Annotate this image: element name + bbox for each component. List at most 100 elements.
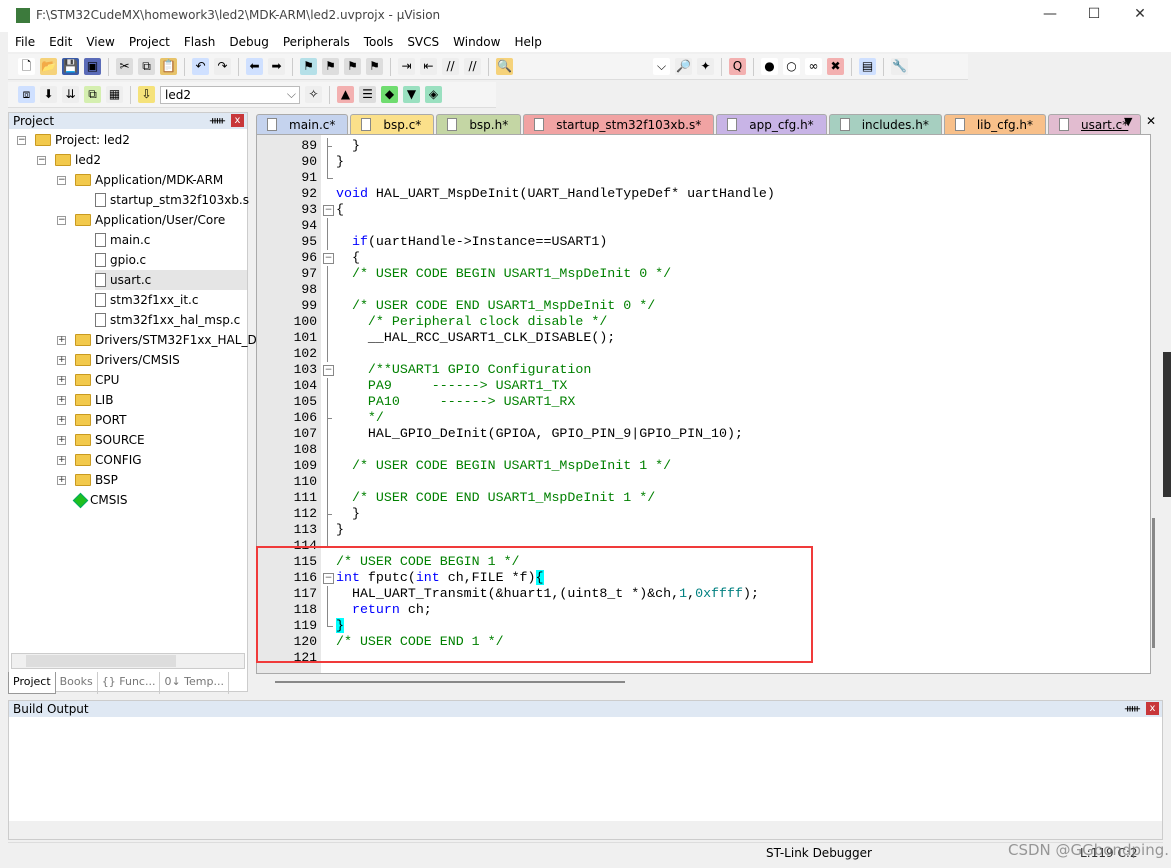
tree-item-lib[interactable]: LIB xyxy=(75,390,113,410)
close-build-output-button[interactable]: x xyxy=(1146,702,1159,715)
menu-flash[interactable]: Flash xyxy=(177,32,222,52)
menu-debug[interactable]: Debug xyxy=(222,32,275,52)
tab-books[interactable]: Books xyxy=(56,672,98,694)
manage-project-items-icon[interactable]: ☰ xyxy=(359,86,376,103)
tree-item-drivers-cmsis[interactable]: Drivers/CMSIS xyxy=(75,350,180,370)
load-icon[interactable]: ⇩ xyxy=(138,86,155,103)
find-icon[interactable]: 🔎 xyxy=(675,58,692,75)
paste-icon[interactable]: 📋 xyxy=(160,58,177,75)
menu-window[interactable]: Window xyxy=(446,32,507,52)
target-select[interactable]: led2 xyxy=(160,85,300,104)
expand-toggle[interactable]: − xyxy=(57,176,66,185)
fold-collapse-icon[interactable] xyxy=(321,362,335,378)
expand-toggle[interactable]: − xyxy=(37,156,46,165)
bookmark-icon[interactable]: ⚑ xyxy=(300,58,317,75)
close-button[interactable]: ✕ xyxy=(1130,6,1150,26)
clear-bookmarks-icon[interactable]: ⚑ xyxy=(366,58,383,75)
find-in-files-icon[interactable]: 🔍 xyxy=(496,58,513,75)
tree-item-cpu[interactable]: CPU xyxy=(75,370,119,390)
breakpoint-icon[interactable]: ● xyxy=(761,58,778,75)
next-bookmark-icon[interactable]: ⚑ xyxy=(344,58,361,75)
save-icon[interactable]: 💾 xyxy=(62,58,79,75)
rebuild-icon[interactable]: ⇊ xyxy=(62,86,79,103)
close-panel-button[interactable]: x xyxy=(231,114,244,127)
tree-item-bsp[interactable]: BSP xyxy=(75,470,118,490)
editor-tab-lib-cfg-h-[interactable]: lib_cfg.h* xyxy=(943,114,1046,134)
tree-item-application-user-core[interactable]: Application/User/Core xyxy=(75,210,225,230)
open-icon[interactable]: 📂 xyxy=(40,58,57,75)
new-file-icon[interactable]: 🗋 xyxy=(18,58,35,75)
undo-icon[interactable]: ↶ xyxy=(192,58,209,75)
tree-item-project-led2[interactable]: Project: led2 xyxy=(35,130,130,150)
debug-session-icon[interactable]: Q xyxy=(729,58,746,75)
expand-toggle[interactable]: + xyxy=(57,356,66,365)
menu-tools[interactable]: Tools xyxy=(357,32,401,52)
disable-breakpoint-icon[interactable]: ○ xyxy=(783,58,800,75)
horizontal-scrollbar-thumb[interactable] xyxy=(275,681,625,683)
menu-file[interactable]: File xyxy=(8,32,42,52)
incremental-find-icon[interactable]: ✦ xyxy=(697,58,714,75)
batch-build-icon[interactable]: ⧉ xyxy=(84,86,101,103)
back-icon[interactable]: ⬅ xyxy=(246,58,263,75)
expand-toggle[interactable]: − xyxy=(17,136,26,145)
close-tab-icon[interactable]: ✕ xyxy=(1146,114,1156,128)
fold-collapse-icon[interactable] xyxy=(321,250,335,266)
window-layout-icon[interactable]: ▤ xyxy=(859,58,876,75)
kill-breakpoints-icon[interactable]: ✖ xyxy=(827,58,844,75)
forward-icon[interactable]: ➡ xyxy=(268,58,285,75)
comment-icon[interactable]: // xyxy=(442,58,459,75)
tree-item-stm32f1xx-hal-msp-c[interactable]: stm32f1xx_hal_msp.c xyxy=(95,310,240,330)
stop-build-icon[interactable]: ▦ xyxy=(106,86,123,103)
tree-item-cmsis[interactable]: CMSIS xyxy=(72,490,128,510)
tree-item-led2[interactable]: led2 xyxy=(55,150,101,170)
tree-item-port[interactable]: PORT xyxy=(75,410,126,430)
expand-toggle[interactable]: + xyxy=(57,336,66,345)
menu-view[interactable]: View xyxy=(79,32,121,52)
fold-collapse-icon[interactable] xyxy=(321,202,335,218)
menu-edit[interactable]: Edit xyxy=(42,32,79,52)
expand-toggle[interactable]: + xyxy=(57,416,66,425)
editor-tab-startup-stm32f103xb-s-[interactable]: startup_stm32f103xb.s* xyxy=(523,114,715,134)
redo-icon[interactable]: ↷ xyxy=(214,58,231,75)
expand-toggle[interactable]: + xyxy=(57,476,66,485)
editor-tab-bsp-h-[interactable]: bsp.h* xyxy=(436,114,522,134)
tab-project[interactable]: Project xyxy=(8,672,56,694)
target-options-icon[interactable]: ✧ xyxy=(305,86,322,103)
translate-icon[interactable]: ⧈ xyxy=(18,86,35,103)
tree-item-source[interactable]: SOURCE xyxy=(75,430,145,450)
vertical-scrollbar-thumb[interactable] xyxy=(1152,518,1155,648)
tree-item-config[interactable]: CONFIG xyxy=(75,450,142,470)
tree-horizontal-scrollbar[interactable] xyxy=(11,653,245,669)
tree-item-startup-stm32f103xb-s[interactable]: startup_stm32f103xb.s xyxy=(95,190,249,210)
menu-help[interactable]: Help xyxy=(507,32,548,52)
tab-menu-icon[interactable]: ▼ xyxy=(1124,115,1132,128)
editor-tab-includes-h-[interactable]: includes.h* xyxy=(828,114,942,134)
pin-icon[interactable]: ᚔ xyxy=(1125,701,1140,717)
tree-item-gpio-c[interactable]: gpio.c xyxy=(95,250,146,270)
expand-toggle[interactable]: + xyxy=(57,396,66,405)
tree-item-stm32f1xx-it-c[interactable]: stm32f1xx_it.c xyxy=(95,290,198,310)
prev-bookmark-icon[interactable]: ⚑ xyxy=(322,58,339,75)
indent-icon[interactable]: ⇥ xyxy=(398,58,415,75)
cut-icon[interactable]: ✂ xyxy=(116,58,133,75)
tree-item-main-c[interactable]: main.c xyxy=(95,230,150,250)
editor-tab-main-c-[interactable]: main.c* xyxy=(256,114,349,134)
pack-installer-icon[interactable]: ◈ xyxy=(425,86,442,103)
pin-icon[interactable]: ᚔ xyxy=(210,113,225,129)
build-icon[interactable]: ⬇ xyxy=(40,86,57,103)
expand-toggle[interactable]: − xyxy=(57,216,66,225)
build-output-scrollbar[interactable] xyxy=(9,821,1162,839)
scrollbar-thumb[interactable] xyxy=(26,655,176,667)
rte-icon[interactable]: ▼ xyxy=(403,86,420,103)
tree-item-application-mdk-arm[interactable]: Application/MDK-ARM xyxy=(75,170,223,190)
tree-item-usart-c[interactable]: usart.c xyxy=(95,270,247,290)
menu-svcs[interactable]: SVCS xyxy=(400,32,446,52)
unindent-icon[interactable]: ⇤ xyxy=(420,58,437,75)
tab-templates[interactable]: 0↓ Temp... xyxy=(160,672,229,694)
copy-icon[interactable]: ⧉ xyxy=(138,58,155,75)
expand-toggle[interactable]: + xyxy=(57,436,66,445)
configure-icon[interactable]: 🔧 xyxy=(891,58,908,75)
minimize-button[interactable]: — xyxy=(1040,6,1060,26)
dropdown-icon[interactable]: ⌵ xyxy=(653,58,670,75)
disable-all-breakpoints-icon[interactable]: ∞ xyxy=(805,58,822,75)
